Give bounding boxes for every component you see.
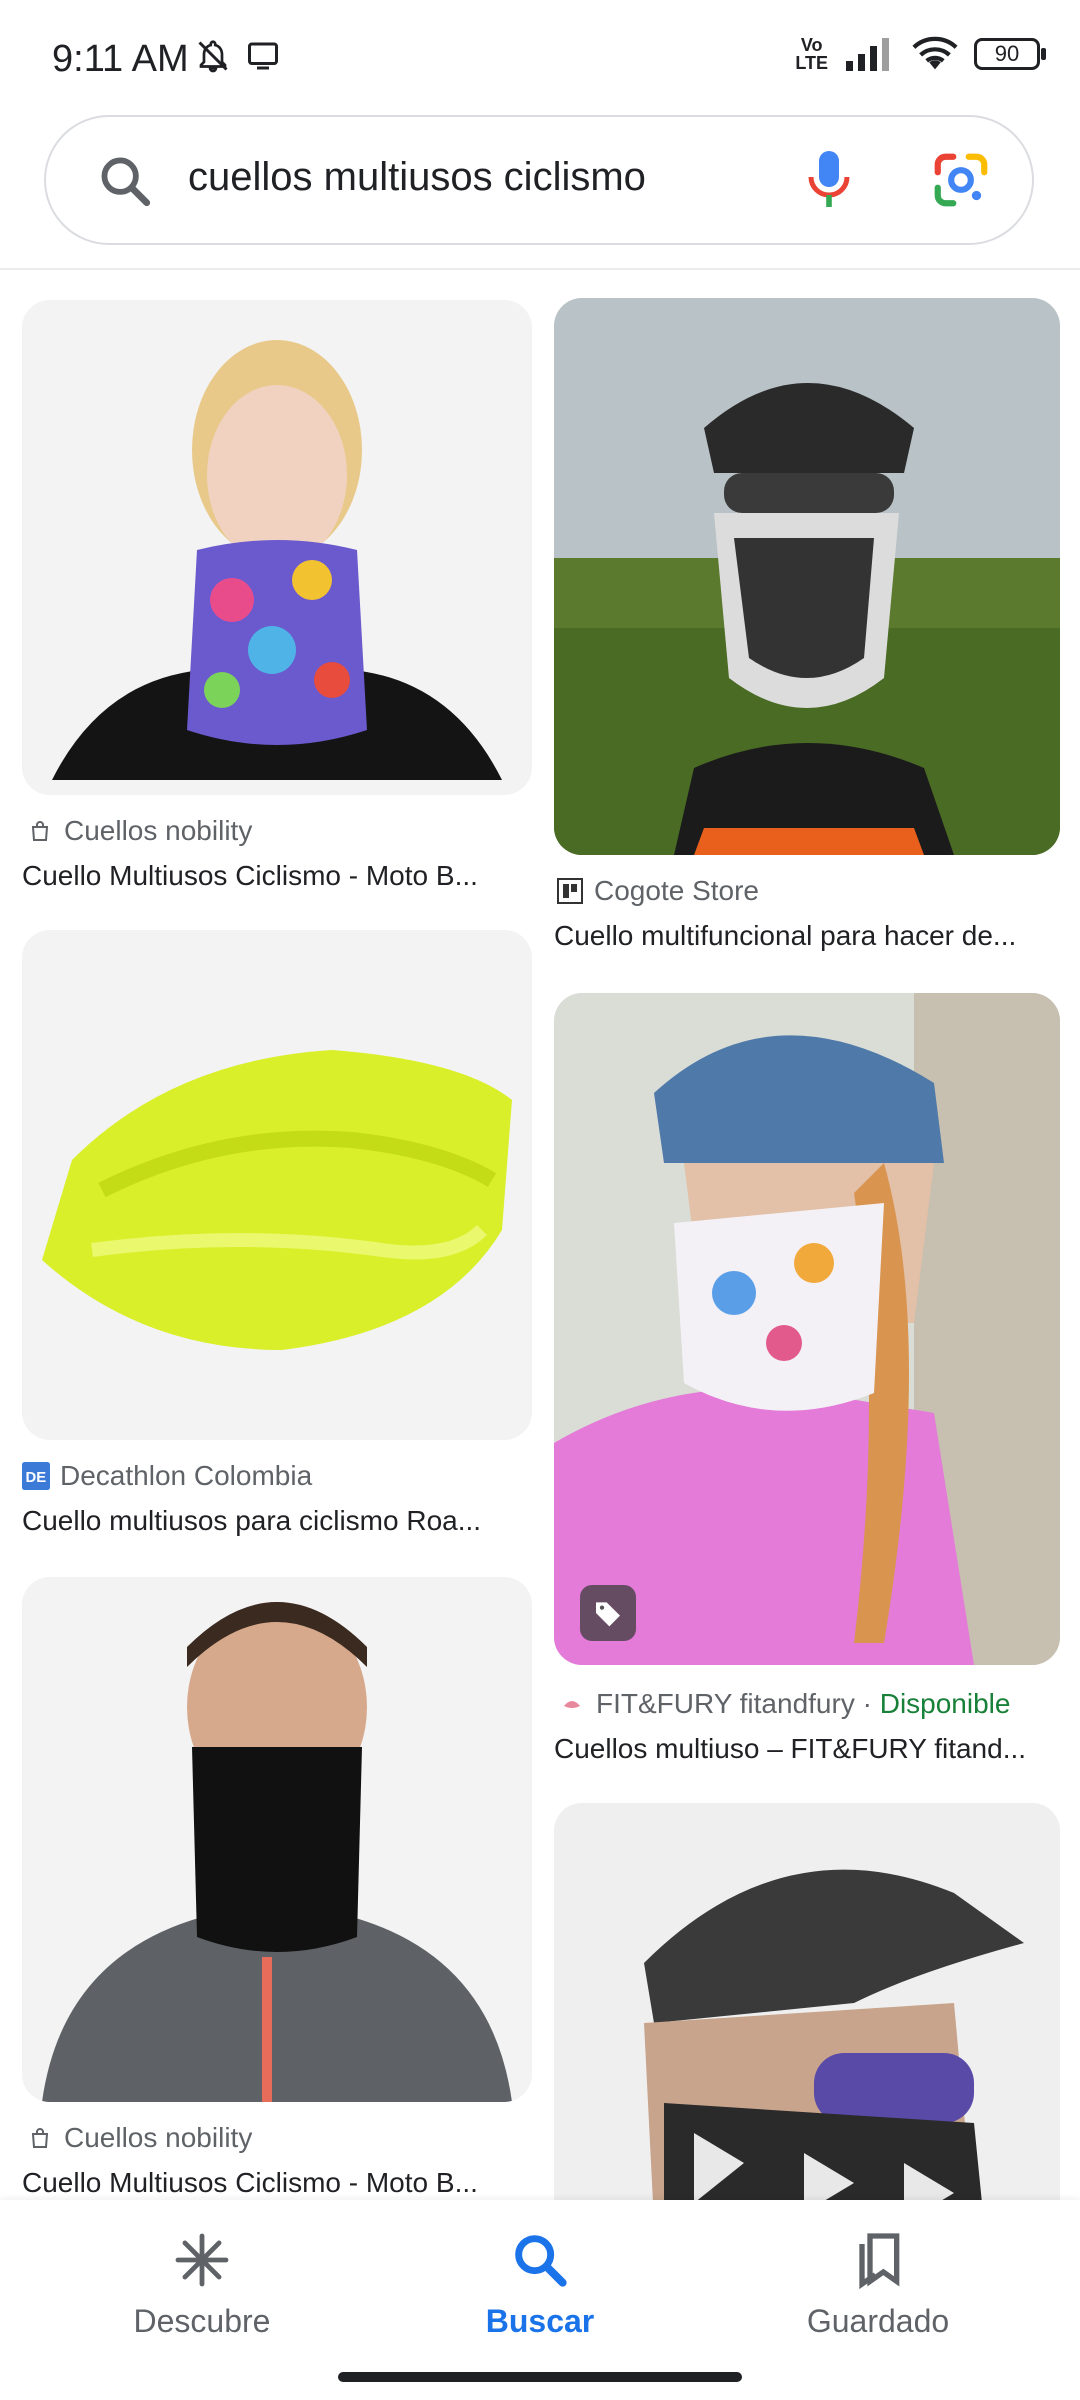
status-icons-right: Vo LTE 90 xyxy=(795,36,1046,72)
result-title[interactable]: Cuello multifuncional para hacer de... xyxy=(554,920,1054,952)
wifi-icon xyxy=(912,36,958,70)
status-bar: 9:11 AM Vo LTE 90 xyxy=(0,0,1080,110)
result-image[interactable] xyxy=(22,1577,532,2102)
woman-cyclist-mask-image xyxy=(554,993,1060,1665)
nav-label: Guardado xyxy=(806,2303,950,2339)
volte-bottom: LTE xyxy=(795,53,828,73)
result-source: Cuellos nobility xyxy=(26,815,252,847)
nav-item-buscar[interactable]: Buscar xyxy=(420,2228,660,2340)
result-source-name: FIT&FURY fitandfury xyxy=(596,1688,855,1719)
result-title[interactable]: Cuellos multiuso – FIT&FURY fitand... xyxy=(554,1733,1054,1765)
asterisk-icon xyxy=(175,2233,229,2287)
result-title[interactable]: Cuello Multiusos Ciclismo - Moto B... xyxy=(22,860,522,892)
header-divider xyxy=(0,268,1080,270)
search-icon xyxy=(515,2235,567,2287)
volte-top: Vo xyxy=(800,35,823,55)
result-image[interactable] xyxy=(554,993,1060,1665)
result-source: DE Decathlon Colombia xyxy=(22,1460,312,1492)
store-logo-icon xyxy=(556,877,584,905)
screen-cast-icon xyxy=(248,42,278,70)
status-time: 9:11 AM xyxy=(52,38,189,80)
result-source: FIT&FURY fitandfury · Disponible xyxy=(558,1688,1010,1720)
search-input[interactable]: cuellos multiusos ciclismo xyxy=(188,155,646,200)
result-source: Cogote Store xyxy=(556,875,759,907)
svg-text:DE: DE xyxy=(26,1470,47,1486)
home-indicator[interactable] xyxy=(338,2372,742,2382)
result-source-separator: · xyxy=(854,1688,880,1719)
battery-indicator: 90 xyxy=(974,38,1046,70)
volte-indicator: Vo LTE xyxy=(795,36,828,72)
bag-icon xyxy=(26,817,54,845)
availability-label: Disponible xyxy=(879,1688,1011,1719)
nav-label: Descubre xyxy=(133,2303,271,2339)
result-source-name: Cuellos nobility xyxy=(64,815,253,846)
cyclist-mask-image xyxy=(554,298,1060,855)
result-title[interactable]: Cuello Multiusos Ciclismo - Moto B... xyxy=(22,2167,522,2199)
bookmarks-icon xyxy=(859,2233,900,2290)
tag-icon xyxy=(596,1602,620,1627)
google-lens-icon[interactable] xyxy=(930,149,992,211)
decathlon-logo-icon: DE xyxy=(22,1462,50,1490)
nav-item-guardado[interactable]: Guardado xyxy=(758,2228,998,2340)
nav-label: Buscar xyxy=(485,2303,595,2339)
result-image[interactable] xyxy=(22,930,532,1440)
search-bar[interactable]: cuellos multiusos ciclismo xyxy=(44,115,1034,245)
signal-icon xyxy=(846,38,889,71)
result-title[interactable]: Cuello multiusos para ciclismo Roa... xyxy=(22,1505,522,1537)
price-tag-badge xyxy=(580,1585,636,1641)
yellow-neck-gaiter-image xyxy=(22,930,532,1440)
woman-neck-gaiter-image xyxy=(22,300,532,795)
nav-item-descubre[interactable]: Descubre xyxy=(82,2228,322,2340)
helmet-goggles-mask-image xyxy=(554,1803,1060,2223)
result-source: Cuellos nobility xyxy=(26,2122,252,2154)
result-image[interactable] xyxy=(554,1803,1060,2223)
search-icon[interactable] xyxy=(96,152,154,210)
bell-off-icon xyxy=(198,40,228,73)
microphone-icon[interactable] xyxy=(804,147,854,211)
bottom-navigation: Descubre Buscar Guardado xyxy=(0,2200,1080,2400)
man-black-gaiter-image xyxy=(22,1577,532,2102)
result-source-name: Cogote Store xyxy=(594,875,759,906)
result-image[interactable] xyxy=(22,300,532,795)
status-icons-left xyxy=(195,38,281,74)
result-source-name: Cuellos nobility xyxy=(64,2122,253,2153)
fitfury-logo-icon xyxy=(558,1690,586,1718)
bag-icon xyxy=(26,2124,54,2152)
result-source-name: Decathlon Colombia xyxy=(60,1460,313,1491)
result-image[interactable] xyxy=(554,298,1060,855)
